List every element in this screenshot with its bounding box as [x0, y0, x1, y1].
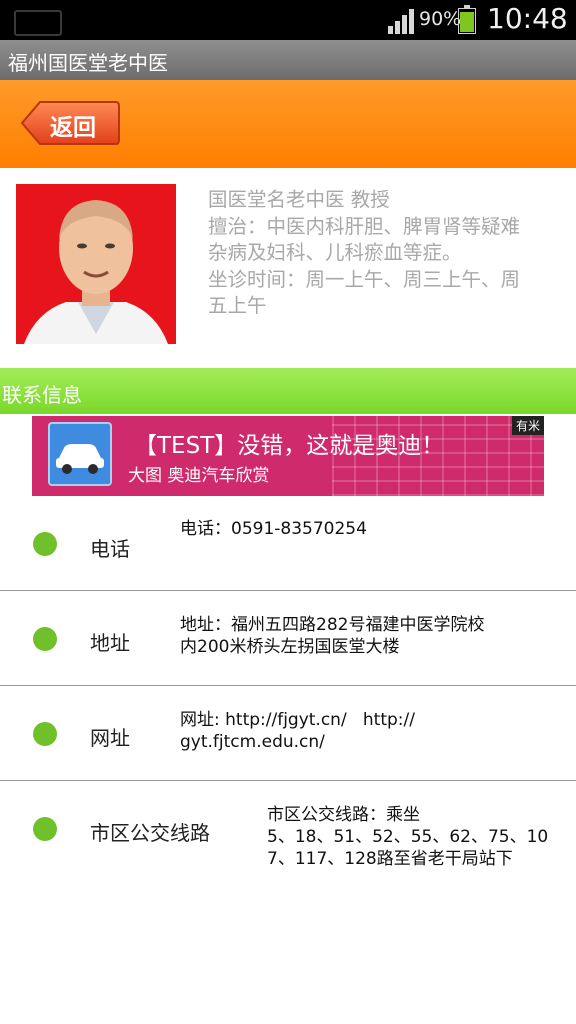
car-icon: [48, 422, 112, 486]
battery-icon: [458, 5, 476, 34]
contact-value: 电话：0591-83570254: [180, 518, 367, 540]
contact-label: 网址: [90, 726, 130, 750]
bullet-icon: [33, 722, 57, 746]
contact-label: 地址: [90, 631, 130, 655]
list-item-phone[interactable]: 电话 电话：0591-83570254: [0, 496, 576, 590]
signal-icon: [388, 8, 416, 34]
ad-tag: 有米: [511, 416, 544, 435]
list-item-bus-routes[interactable]: 市区公交线路 市区公交线路：乘坐 5、18、51、52、55、62、75、10 …: [0, 781, 576, 891]
doctor-title: 国医堂名老中医 教授: [208, 188, 390, 211]
contact-value-line: 网址: http://fjgyt.cn/ http://: [180, 710, 415, 730]
list-item-website[interactable]: 网址 网址: http://fjgyt.cn/ http:// gyt.fjtc…: [0, 686, 576, 780]
contact-value: 市区公交线路：乘坐 5、18、51、52、55、62、75、10 7、117、1…: [267, 804, 548, 870]
back-label: 返回: [50, 115, 96, 141]
contact-value: 地址：福州五四路282号福建中医学院校 内200米桥头左拐国医堂大楼: [180, 614, 484, 658]
contact-value-line: 5、18、51、52、55、62、75、10: [267, 827, 549, 847]
app-title: 福州国医堂老中医: [8, 51, 168, 75]
section-title: 联系信息: [2, 383, 82, 407]
status-bar: 90% 10:48: [0, 0, 576, 40]
header-bar: 返回: [0, 80, 576, 168]
back-button[interactable]: 返回: [20, 100, 120, 146]
contact-value-line: 电话：0591-83570254: [180, 519, 367, 539]
battery-percent: 90%: [419, 8, 462, 30]
doctor-photo: [16, 184, 176, 344]
contact-value-line: 地址：福州五四路282号福建中医学院校: [180, 615, 485, 635]
bullet-icon: [33, 627, 57, 651]
doctor-specialty-cont: 杂病及妇科、儿科瘀血等症。: [208, 241, 462, 264]
contact-value-line: gyt.fjtcm.edu.cn/: [180, 732, 325, 752]
bullet-icon: [33, 532, 57, 556]
bullet-icon: [33, 817, 57, 841]
ad-headline: 【TEST】没错，这就是奥迪！: [134, 433, 445, 459]
contact-label: 电话: [90, 537, 130, 561]
doctor-hours-cont: 五上午: [208, 294, 267, 317]
contact-label: 市区公交线路: [90, 821, 210, 845]
doctor-info: 国医堂名老中医 教授 擅治：中医内科肝胆、脾胃肾等疑难 杂病及妇科、儿科瘀血等症…: [208, 187, 562, 320]
ad-subtitle: 大图 奥迪汽车欣赏: [128, 466, 270, 486]
app-title-bar: 福州国医堂老中医: [0, 40, 576, 80]
doctor-specialty: 擅治：中医内科肝胆、脾胃肾等疑难: [208, 214, 521, 238]
doctor-hours: 坐诊时间：周一上午、周三上午、周: [208, 267, 521, 291]
contact-value-line: 7、117、128路至省老干局站下: [267, 849, 513, 869]
clock: 10:48: [487, 2, 568, 35]
contact-value: 网址: http://fjgyt.cn/ http:// gyt.fjtcm.e…: [180, 709, 415, 753]
contact-section-header: 联系信息: [0, 368, 576, 414]
ad-banner[interactable]: 【TEST】没错，这就是奥迪！ 大图 奥迪汽车欣赏 有米: [32, 416, 544, 496]
list-item-address[interactable]: 地址 地址：福州五四路282号福建中医学院校 内200米桥头左拐国医堂大楼: [0, 591, 576, 685]
contact-value-line: 内200米桥头左拐国医堂大楼: [180, 637, 400, 657]
notification-icon: [14, 10, 62, 36]
contact-value-line: 市区公交线路：乘坐: [267, 805, 420, 825]
